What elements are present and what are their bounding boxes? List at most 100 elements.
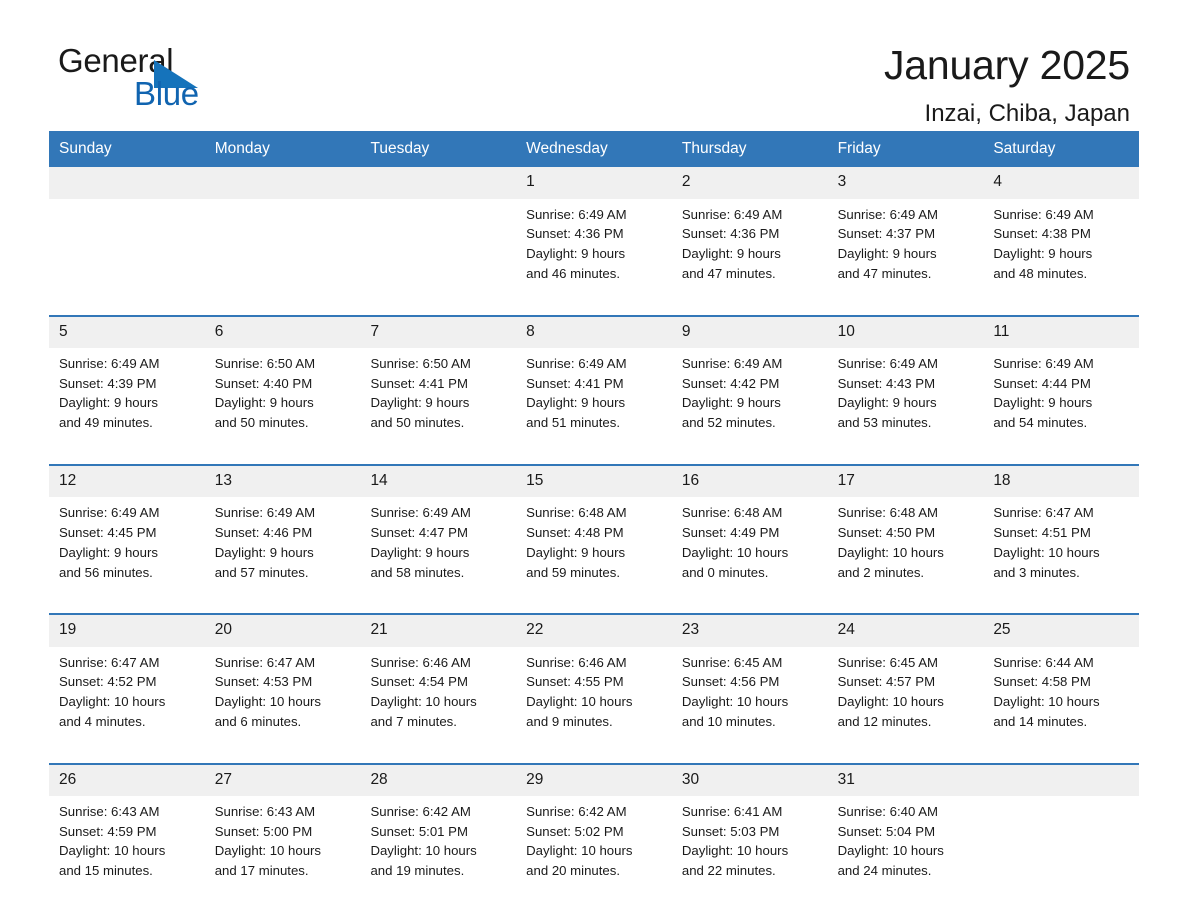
day-number[interactable]: 2	[672, 167, 828, 198]
day-cell[interactable]: Sunrise: 6:49 AM Sunset: 4:45 PM Daylight:…	[49, 497, 205, 600]
day-cell[interactable]: Sunrise: 6:41 AM Sunset: 5:03 PM Daylight:…	[672, 796, 828, 899]
day-number[interactable]: 14	[360, 466, 516, 497]
day-cell[interactable]: Sunrise: 6:50 AM Sunset: 4:41 PM Daylight:…	[360, 348, 516, 451]
day-cell[interactable]: Sunrise: 6:49 AM Sunset: 4:41 PM Daylight:…	[516, 348, 672, 451]
day-number[interactable]: 8	[516, 317, 672, 348]
day-number[interactable]: 30	[672, 765, 828, 796]
day-number[interactable]: 5	[49, 317, 205, 348]
day-detail-line: Sunset: 4:50 PM	[837, 524, 936, 540]
day-number[interactable]: 24	[828, 615, 984, 646]
day-number[interactable]: 7	[360, 317, 516, 348]
day-detail-line: Sunrise: 6:49 AM	[59, 505, 160, 521]
day-cell[interactable]: Sunrise: 6:49 AM Sunset: 4:42 PM Daylight:…	[672, 348, 828, 451]
day-cell[interactable]: Sunrise: 6:43 AM Sunset: 5:00 PM Daylight:…	[205, 796, 361, 899]
logo-text-blue: Blue	[134, 75, 199, 112]
day-detail-line: and 48 minutes.	[993, 265, 1088, 281]
day-number[interactable]: 13	[205, 466, 361, 497]
day-cell[interactable]: Sunrise: 6:48 AM Sunset: 4:49 PM Daylight:…	[672, 497, 828, 600]
day-cell[interactable]: Sunrise: 6:48 AM Sunset: 4:48 PM Daylight:…	[516, 497, 672, 600]
day-detail-line: and 7 minutes.	[370, 713, 457, 729]
title-block: January 2025 Inzai, Chiba, Japan	[884, 43, 1130, 127]
day-number[interactable]: 21	[360, 615, 516, 646]
day-cell[interactable]: Sunrise: 6:50 AM Sunset: 4:40 PM Daylight:…	[205, 348, 361, 451]
day-number[interactable]: 15	[516, 466, 672, 497]
day-cell[interactable]: Sunrise: 6:40 AM Sunset: 5:04 PM Daylight:…	[828, 796, 984, 899]
day-detail-line: Sunrise: 6:42 AM	[526, 803, 627, 819]
day-detail-line: and 2 minutes.	[837, 564, 925, 580]
day-cell[interactable]: Sunrise: 6:42 AM Sunset: 5:02 PM Daylight:…	[516, 796, 672, 899]
day-number[interactable]: 26	[49, 765, 205, 796]
day-number[interactable]: 17	[828, 466, 984, 497]
day-detail-line: Daylight: 10 hours	[526, 843, 633, 859]
day-detail-line: Sunrise: 6:49 AM	[681, 206, 783, 222]
day-cell[interactable]: Sunrise: 6:45 AM Sunset: 4:57 PM Daylight:…	[828, 647, 984, 750]
day-detail-line: Sunset: 4:44 PM	[993, 375, 1091, 391]
day-detail-line: Sunrise: 6:45 AM	[837, 654, 939, 670]
day-number[interactable]: 4	[983, 167, 1139, 198]
day-number[interactable]: 20	[205, 615, 361, 646]
day-cell[interactable]: Sunrise: 6:49 AM Sunset: 4:47 PM Daylight:…	[360, 497, 516, 600]
day-cell[interactable]: Sunrise: 6:46 AM Sunset: 4:55 PM Daylight:…	[516, 647, 672, 750]
day-cell[interactable]: Sunrise: 6:47 AM Sunset: 4:51 PM Daylight:…	[983, 497, 1139, 600]
day-cell[interactable]: Sunrise: 6:43 AM Sunset: 4:59 PM Daylight:…	[49, 796, 205, 899]
day-detail-line: and 51 minutes.	[526, 415, 620, 431]
day-number[interactable]: 3	[828, 167, 984, 198]
day-number[interactable]: 22	[516, 615, 672, 646]
day-detail-line: and 12 minutes.	[837, 713, 932, 729]
day-number[interactable]: 19	[49, 615, 205, 646]
day-detail-line: Daylight: 9 hours	[59, 395, 158, 411]
day-number[interactable]: 9	[672, 317, 828, 348]
day-cell[interactable]: Sunrise: 6:49 AM Sunset: 4:36 PM Daylight:…	[672, 199, 828, 302]
day-cell[interactable]: Sunrise: 6:46 AM Sunset: 4:54 PM Daylight:…	[360, 647, 516, 750]
day-number[interactable]: 25	[983, 615, 1139, 646]
weekday-header-thursday: Thursday	[681, 140, 747, 157]
day-number[interactable]: 28	[360, 765, 516, 796]
day-number[interactable]: 1	[516, 167, 672, 198]
generalblue-logo[interactable]: General Blue	[58, 44, 238, 116]
day-cell[interactable]: Sunrise: 6:49 AM Sunset: 4:37 PM Daylight:…	[828, 199, 984, 302]
day-detail-line: Sunrise: 6:50 AM	[370, 355, 471, 371]
day-detail-line: Sunrise: 6:49 AM	[59, 355, 160, 371]
day-number[interactable]: 18	[983, 466, 1139, 497]
day-detail-line: Daylight: 9 hours	[837, 246, 937, 262]
day-cell[interactable]: Sunrise: 6:49 AM Sunset: 4:46 PM Daylight:…	[205, 497, 361, 600]
day-detail-line: and 22 minutes.	[681, 863, 776, 879]
day-cell[interactable]: Sunrise: 6:48 AM Sunset: 4:50 PM Daylight:…	[828, 497, 984, 600]
day-detail-line: Sunrise: 6:46 AM	[370, 654, 471, 670]
day-number[interactable]: 16	[672, 466, 828, 497]
day-cell[interactable]: Sunrise: 6:49 AM Sunset: 4:36 PM Daylight:…	[516, 199, 672, 302]
day-detail-line: Sunset: 4:52 PM	[59, 674, 157, 690]
day-cell[interactable]: Sunrise: 6:45 AM Sunset: 4:56 PM Daylight:…	[672, 647, 828, 750]
day-detail-band: Sunrise: 6:49 AM Sunset: 4:39 PM Daylight:…	[49, 347, 1139, 452]
day-detail-line: Sunrise: 6:49 AM	[993, 355, 1094, 371]
day-cell[interactable]: Sunrise: 6:42 AM Sunset: 5:01 PM Daylight:…	[360, 796, 516, 899]
day-detail-line: Daylight: 10 hours	[370, 694, 477, 710]
day-number[interactable]: 23	[672, 615, 828, 646]
day-number[interactable]: 31	[828, 765, 984, 796]
day-cell[interactable]: Sunrise: 6:47 AM Sunset: 4:53 PM Daylight:…	[205, 647, 361, 750]
day-cell[interactable]: Sunrise: 6:49 AM Sunset: 4:43 PM Daylight:…	[828, 348, 984, 451]
day-detail-line: Sunrise: 6:48 AM	[837, 505, 939, 521]
day-cell[interactable]: Sunrise: 6:49 AM Sunset: 4:39 PM Daylight:…	[49, 348, 205, 451]
day-cell[interactable]: Sunrise: 6:49 AM Sunset: 4:38 PM Daylight:…	[983, 199, 1139, 302]
day-detail-line: Daylight: 10 hours	[837, 544, 944, 560]
day-cell[interactable]: Sunrise: 6:47 AM Sunset: 4:52 PM Daylight:…	[49, 647, 205, 750]
day-number[interactable]: 29	[516, 765, 672, 796]
day-number[interactable]: 11	[983, 317, 1139, 348]
weekday-header-tuesday: Tuesday	[370, 140, 430, 157]
day-detail-line: Sunset: 4:53 PM	[214, 674, 313, 690]
day-number[interactable]: 6	[205, 317, 361, 348]
day-detail-line: Sunrise: 6:45 AM	[681, 654, 783, 670]
day-detail-line: Sunrise: 6:49 AM	[214, 505, 316, 521]
day-number[interactable]: 12	[49, 466, 205, 497]
day-detail-line: Sunrise: 6:43 AM	[214, 803, 316, 819]
day-number[interactable]: 27	[205, 765, 361, 796]
day-cell[interactable]: Sunrise: 6:49 AM Sunset: 4:44 PM Daylight:…	[983, 348, 1139, 451]
weekday-header-row: Sunday Monday Tuesday Wednesday Thursday Frid…	[49, 131, 1139, 168]
day-number-band: 1234	[49, 167, 1139, 199]
day-cell-empty	[49, 199, 205, 302]
day-number-band: 19 20 21 22 23 24 25	[49, 615, 1139, 647]
day-number[interactable]: 10	[828, 317, 984, 348]
day-cell[interactable]: Sunrise: 6:44 AM Sunset: 4:58 PM Daylight:…	[983, 647, 1139, 750]
page-header: General Blue January 2025 Inzai, Chiba, …	[0, 0, 1188, 126]
